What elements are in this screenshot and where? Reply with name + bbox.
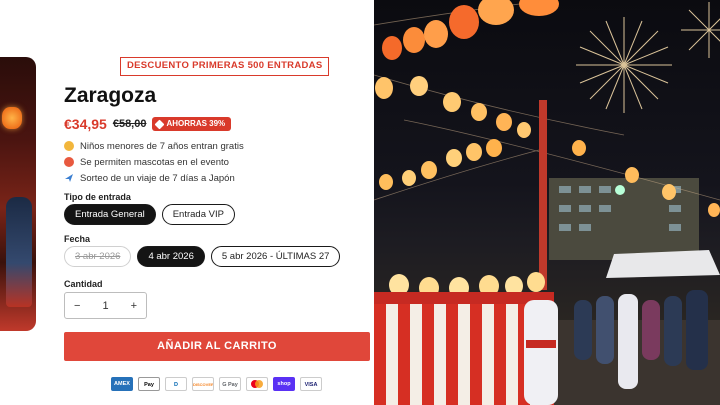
feature-text: Sorteo de un viaje de 7 días a Japón bbox=[80, 172, 235, 184]
amex-icon: AMEX bbox=[111, 377, 133, 391]
discover-icon: DISCOVER bbox=[192, 377, 214, 391]
hero-image bbox=[374, 0, 720, 405]
shop-pay-icon: shop bbox=[273, 377, 295, 391]
quantity-stepper: − 1 + bbox=[64, 292, 147, 319]
current-price: €34,95 bbox=[64, 116, 107, 132]
mastercard-icon bbox=[246, 377, 268, 391]
date-options: 3 abr 2026 4 abr 2026 5 abr 2026 - ÚLTIM… bbox=[64, 246, 341, 267]
child-icon bbox=[64, 141, 74, 151]
quantity-increase-button[interactable]: + bbox=[131, 300, 137, 312]
date-label: Fecha bbox=[64, 234, 91, 244]
festival-scene-illustration bbox=[374, 0, 720, 405]
google-pay-icon: G Pay bbox=[219, 377, 241, 391]
quantity-label: Cantidad bbox=[64, 279, 103, 289]
feature-text: Se permiten mascotas en el evento bbox=[80, 156, 229, 168]
plane-icon bbox=[64, 173, 74, 183]
product-title: Zaragoza bbox=[64, 84, 157, 107]
feature-item: Sorteo de un viaje de 7 días a Japón bbox=[64, 170, 244, 186]
payment-methods: AMEX Pay D DISCOVER G Pay shop VISA bbox=[111, 377, 322, 391]
price-row: €34,95 €58,00 AHORRAS 39% bbox=[64, 116, 232, 132]
ticket-type-options: Entrada General Entrada VIP bbox=[64, 204, 235, 225]
date-option-4-abr[interactable]: 4 abr 2026 bbox=[137, 246, 205, 267]
feature-item: Se permiten mascotas en el evento bbox=[64, 154, 244, 170]
lantern-image-detail bbox=[2, 107, 22, 129]
date-option-5-abr[interactable]: 5 abr 2026 - ÚLTIMAS 27 bbox=[210, 246, 341, 267]
savings-badge: AHORRAS 39% bbox=[152, 117, 232, 131]
ticket-type-label: Tipo de entrada bbox=[64, 192, 131, 202]
tag-icon bbox=[155, 119, 165, 129]
add-to-cart-button[interactable]: AÑADIR AL CARRITO bbox=[64, 332, 370, 361]
quantity-value[interactable]: 1 bbox=[102, 300, 108, 312]
date-option-3-abr[interactable]: 3 abr 2026 bbox=[64, 246, 132, 267]
diners-icon: D bbox=[165, 377, 187, 391]
gallery-thumbnail[interactable] bbox=[0, 57, 36, 331]
feature-text: Niños menores de 7 años entran gratis bbox=[80, 140, 244, 152]
feature-list: Niños menores de 7 años entran gratis Se… bbox=[64, 138, 244, 186]
ticket-option-vip[interactable]: Entrada VIP bbox=[161, 204, 235, 225]
pet-icon bbox=[64, 157, 74, 167]
quantity-decrease-button[interactable]: − bbox=[74, 300, 80, 312]
person-image-detail bbox=[6, 197, 32, 307]
feature-item: Niños menores de 7 años entran gratis bbox=[64, 138, 244, 154]
ticket-option-general[interactable]: Entrada General bbox=[64, 204, 156, 225]
fireworks bbox=[576, 2, 720, 113]
savings-label: AHORRAS 39% bbox=[166, 119, 226, 128]
apple-pay-icon: Pay bbox=[138, 377, 160, 391]
visa-icon: VISA bbox=[300, 377, 322, 391]
original-price: €58,00 bbox=[112, 118, 147, 130]
promo-badge: DESCUENTO PRIMERAS 500 ENTRADAS bbox=[120, 57, 330, 76]
